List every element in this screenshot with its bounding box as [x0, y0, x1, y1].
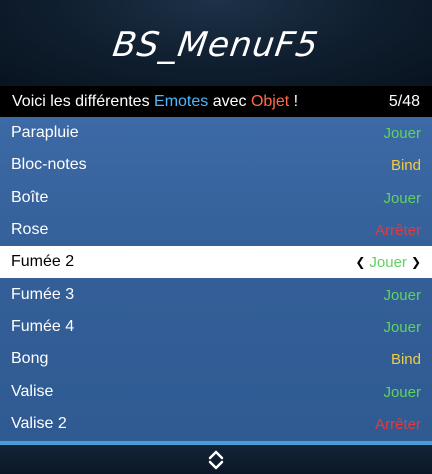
menu-item-fumee-2-selected[interactable]: Fumée 2 ❮ Jouer ❯	[0, 246, 432, 278]
subtitle-objet-word: Objet	[250, 92, 290, 110]
menu-item-fumee-4[interactable]: Fumée 4 Jouer	[0, 311, 432, 343]
menu-item-label: Fumée 2	[11, 253, 75, 270]
menu-item-action: Arrêter	[375, 221, 421, 239]
menu-item-valise[interactable]: Valise Jouer	[0, 376, 432, 408]
emote-menu: BS_MenuF5 Voici les différentes Emotes a…	[0, 0, 432, 474]
menu-item-action: Jouer	[369, 253, 407, 271]
menu-item-valise-2[interactable]: Valise 2 Arrêter	[0, 408, 432, 440]
menu-item-boite[interactable]: Boîte Jouer	[0, 182, 432, 214]
menu-item-action: Arrêter	[375, 415, 421, 433]
menu-item-fumee-3[interactable]: Fumée 3 Jouer	[0, 279, 432, 311]
menu-subtitle-bar: Voici les différentes Emotes avec Objet …	[0, 86, 432, 117]
menu-item-action: Jouer	[383, 286, 421, 304]
menu-title: BS_MenuF5	[110, 25, 322, 65]
menu-item-label: Parapluie	[11, 124, 79, 141]
menu-item-action: Bind	[390, 350, 421, 368]
chevron-left-icon[interactable]: ❮	[355, 255, 365, 269]
menu-item-bloc-notes[interactable]: Bloc-notes Bind	[0, 149, 432, 181]
emote-list: Parapluie Jouer Bloc-notes Bind Boîte Jo…	[0, 117, 432, 441]
menu-item-label: Valise	[11, 383, 54, 400]
menu-item-bong[interactable]: Bong Bind	[0, 343, 432, 375]
menu-item-action: Jouer	[383, 383, 421, 401]
subtitle-text: Voici les différentes Emotes avec Objet …	[12, 93, 298, 111]
menu-banner: BS_MenuF5	[0, 0, 432, 86]
menu-item-action: Bind	[390, 156, 421, 174]
menu-item-label: Valise 2	[11, 415, 67, 432]
subtitle-prefix: Voici les différentes	[12, 92, 155, 110]
menu-item-rose[interactable]: Rose Arrêter	[0, 214, 432, 246]
menu-item-parapluie[interactable]: Parapluie Jouer	[0, 117, 432, 149]
menu-item-action: Jouer	[383, 124, 421, 142]
menu-footer	[0, 445, 432, 474]
menu-item-label: Fumée 4	[11, 318, 75, 335]
menu-item-action: Jouer	[383, 318, 421, 336]
menu-item-label: Bloc-notes	[11, 156, 87, 173]
menu-item-selector[interactable]: ❮ Jouer ❯	[355, 254, 421, 271]
menu-item-label: Bong	[11, 350, 49, 367]
menu-item-label: Fumée 3	[11, 286, 75, 303]
up-down-chevron-icon[interactable]	[208, 450, 224, 470]
subtitle-middle: avec	[208, 92, 251, 110]
menu-item-label: Rose	[11, 221, 49, 238]
menu-item-label: Boîte	[11, 189, 49, 206]
menu-item-action: Jouer	[383, 189, 421, 207]
item-counter: 5/48	[388, 92, 420, 110]
subtitle-suffix: !	[289, 92, 299, 110]
subtitle-emotes-word: Emotes	[154, 92, 209, 110]
chevron-right-icon[interactable]: ❯	[411, 255, 421, 269]
